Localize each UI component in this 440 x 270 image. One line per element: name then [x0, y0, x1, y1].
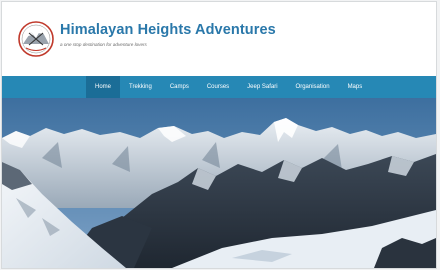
- nav-item-organisation[interactable]: Organisation: [287, 76, 339, 98]
- site-header: Himalayan Heights Adventures a one stop …: [2, 2, 436, 76]
- site-title[interactable]: Himalayan Heights Adventures: [60, 22, 276, 38]
- nav-item-trekking[interactable]: Trekking: [120, 76, 161, 98]
- nav-menu: Home Trekking Camps Courses Jeep Safari …: [86, 76, 371, 98]
- main-navigation: Home Trekking Camps Courses Jeep Safari …: [2, 76, 436, 98]
- nav-item-jeep-safari[interactable]: Jeep Safari: [238, 76, 286, 98]
- browser-frame: Himalayan Heights Adventures a one stop …: [0, 0, 440, 270]
- nav-item-home[interactable]: Home: [86, 76, 121, 98]
- web-page: Himalayan Heights Adventures a one stop …: [2, 2, 436, 268]
- hero-mountain-image: [2, 98, 436, 268]
- site-tagline: a one stop destination for adventure lov…: [60, 42, 147, 47]
- nav-item-camps[interactable]: Camps: [161, 76, 198, 98]
- mountain-compass-logo-icon[interactable]: [18, 20, 54, 58]
- nav-item-maps[interactable]: Maps: [339, 76, 372, 98]
- nav-item-courses[interactable]: Courses: [198, 76, 238, 98]
